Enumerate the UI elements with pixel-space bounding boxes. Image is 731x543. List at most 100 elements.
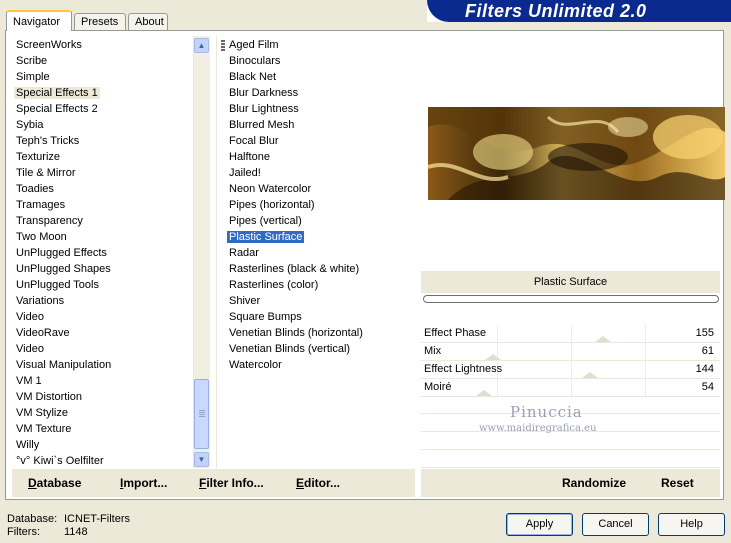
filter-item-label: Blur Lightness bbox=[229, 103, 299, 115]
database-value: ICNET-Filters bbox=[64, 513, 130, 525]
category-item[interactable]: VideoRave bbox=[13, 325, 193, 341]
category-item[interactable]: Tile & Mirror bbox=[13, 165, 193, 181]
slider-tick bbox=[645, 379, 646, 396]
category-item-label: Tile & Mirror bbox=[16, 167, 76, 179]
filter-item-label: Venetian Blinds (horizontal) bbox=[229, 327, 363, 339]
category-item[interactable]: Special Effects 2 bbox=[13, 101, 193, 117]
category-item[interactable]: UnPlugged Effects bbox=[13, 245, 193, 261]
filter-item-label: Pipes (vertical) bbox=[229, 215, 302, 227]
filter-item[interactable]: Venetian Blinds (horizontal) bbox=[226, 325, 416, 341]
filter-item[interactable]: Rasterlines (black & white) bbox=[226, 261, 416, 277]
category-item[interactable]: Video bbox=[13, 309, 193, 325]
tab-presets[interactable]: Presets bbox=[74, 13, 126, 30]
category-item[interactable]: UnPlugged Tools bbox=[13, 277, 193, 293]
filter-item[interactable]: Blur Lightness bbox=[226, 101, 416, 117]
slider-thumb[interactable] bbox=[595, 336, 611, 342]
category-item[interactable]: Visual Manipulation bbox=[13, 357, 193, 373]
category-item[interactable]: UnPlugged Shapes bbox=[13, 261, 193, 277]
category-item-label: Toadies bbox=[16, 183, 54, 195]
category-item-label: VM Texture bbox=[16, 423, 72, 435]
category-item[interactable]: ScreenWorks bbox=[13, 37, 193, 53]
chevron-down-icon[interactable]: ▼ bbox=[194, 452, 209, 467]
filter-info-button[interactable]: Filter Info... bbox=[199, 476, 264, 490]
filter-item[interactable]: Aged Film bbox=[226, 37, 416, 53]
slider-thumb[interactable] bbox=[582, 372, 598, 378]
editor-button[interactable]: Editor... bbox=[296, 476, 340, 490]
right-button-bar: Randomize Reset bbox=[421, 469, 720, 497]
filter-item-label: Halftone bbox=[229, 151, 270, 163]
tab-about[interactable]: About bbox=[128, 13, 168, 30]
category-item[interactable]: Teph's Tricks bbox=[13, 133, 193, 149]
slider-thumb[interactable] bbox=[476, 390, 492, 396]
category-item[interactable]: Two Moon bbox=[13, 229, 193, 245]
category-item-label: Video bbox=[16, 343, 44, 355]
filter-item[interactable]: Focal Blur bbox=[226, 133, 416, 149]
category-item-label: VM 1 bbox=[16, 375, 42, 387]
category-scrollbar[interactable]: ▲ ▼ bbox=[193, 36, 210, 468]
help-button[interactable]: Help bbox=[658, 513, 725, 536]
filter-item[interactable]: Pipes (horizontal) bbox=[226, 197, 416, 213]
category-item[interactable]: Simple bbox=[13, 69, 193, 85]
filter-item-label: Plastic Surface bbox=[227, 231, 305, 243]
empty-slider-row bbox=[421, 451, 720, 468]
category-item[interactable]: Variations bbox=[13, 293, 193, 309]
param-slider[interactable]: Effect Phase 155 bbox=[421, 325, 720, 343]
filter-item[interactable]: Blur Darkness bbox=[226, 85, 416, 101]
category-item[interactable]: Toadies bbox=[13, 181, 193, 197]
reset-button[interactable]: Reset bbox=[661, 476, 694, 490]
filter-item[interactable]: Radar bbox=[226, 245, 416, 261]
category-item[interactable]: VM Stylize bbox=[13, 405, 193, 421]
scroll-thumb[interactable] bbox=[194, 379, 209, 449]
cancel-button[interactable]: Cancel bbox=[582, 513, 649, 536]
category-item[interactable]: VM Texture bbox=[13, 421, 193, 437]
category-item-label: Two Moon bbox=[16, 231, 67, 243]
chevron-up-icon[interactable]: ▲ bbox=[194, 38, 209, 53]
filter-item[interactable]: Blurred Mesh bbox=[226, 117, 416, 133]
category-item[interactable]: Special Effects 1 bbox=[13, 85, 193, 101]
filter-item[interactable]: Binoculars bbox=[226, 53, 416, 69]
param-label: Effect Phase bbox=[424, 327, 487, 339]
category-item[interactable]: Sybia bbox=[13, 117, 193, 133]
category-item-label: Simple bbox=[16, 71, 50, 83]
filter-item[interactable]: Jailed! bbox=[226, 165, 416, 181]
empty-slider-row bbox=[421, 433, 720, 450]
category-item[interactable]: Transparency bbox=[13, 213, 193, 229]
param-label: Effect Lightness bbox=[424, 363, 503, 375]
filter-list[interactable]: Aged Film Binoculars Black Net Blur Darknes… bbox=[216, 36, 416, 468]
filter-item[interactable]: Rasterlines (color) bbox=[226, 277, 416, 293]
filter-item[interactable]: Plastic Surface bbox=[226, 229, 416, 245]
category-item[interactable]: °v° Kiwi`s Oelfilter bbox=[13, 453, 193, 469]
param-slider[interactable]: Mix 61 bbox=[421, 343, 720, 361]
filter-item[interactable]: Neon Watercolor bbox=[226, 181, 416, 197]
filter-item[interactable]: Watercolor bbox=[226, 357, 416, 373]
randomize-button[interactable]: Randomize bbox=[562, 476, 626, 490]
category-item[interactable]: Texturize bbox=[13, 149, 193, 165]
category-item[interactable]: Tramages bbox=[13, 197, 193, 213]
filter-item[interactable]: Halftone bbox=[226, 149, 416, 165]
category-item[interactable]: VM 1 bbox=[13, 373, 193, 389]
filters-label: Filters: bbox=[7, 526, 40, 538]
filter-item[interactable]: Square Bumps bbox=[226, 309, 416, 325]
param-slider[interactable]: Effect Lightness 144 bbox=[421, 361, 720, 379]
tab-navigator[interactable]: Navigator bbox=[6, 10, 72, 31]
filter-item[interactable]: Pipes (vertical) bbox=[226, 213, 416, 229]
filter-item[interactable]: Shiver bbox=[226, 293, 416, 309]
filter-item[interactable]: Venetian Blinds (vertical) bbox=[226, 341, 416, 357]
category-item[interactable]: Scribe bbox=[13, 53, 193, 69]
apply-button[interactable]: Apply bbox=[506, 513, 573, 536]
slider-tick bbox=[497, 379, 498, 396]
filter-item-label: Jailed! bbox=[229, 167, 261, 179]
banner-title: Filters Unlimited 2.0 bbox=[465, 1, 647, 21]
param-slider[interactable]: Moiré 54 bbox=[421, 379, 720, 397]
category-item[interactable]: Video bbox=[13, 341, 193, 357]
category-item[interactable]: VM Distortion bbox=[13, 389, 193, 405]
category-list[interactable]: ScreenWorks Scribe Simple Special Effects 1… bbox=[13, 36, 193, 469]
category-item[interactable]: Willy bbox=[13, 437, 193, 453]
filter-item[interactable]: Black Net bbox=[226, 69, 416, 85]
import-button[interactable]: Import... bbox=[120, 476, 167, 490]
param-label: Mix bbox=[424, 345, 442, 357]
param-value: 144 bbox=[695, 363, 714, 375]
slider-thumb[interactable] bbox=[485, 354, 501, 360]
database-button[interactable]: Database bbox=[28, 476, 81, 490]
filter-item-label: Rasterlines (black & white) bbox=[229, 263, 360, 275]
